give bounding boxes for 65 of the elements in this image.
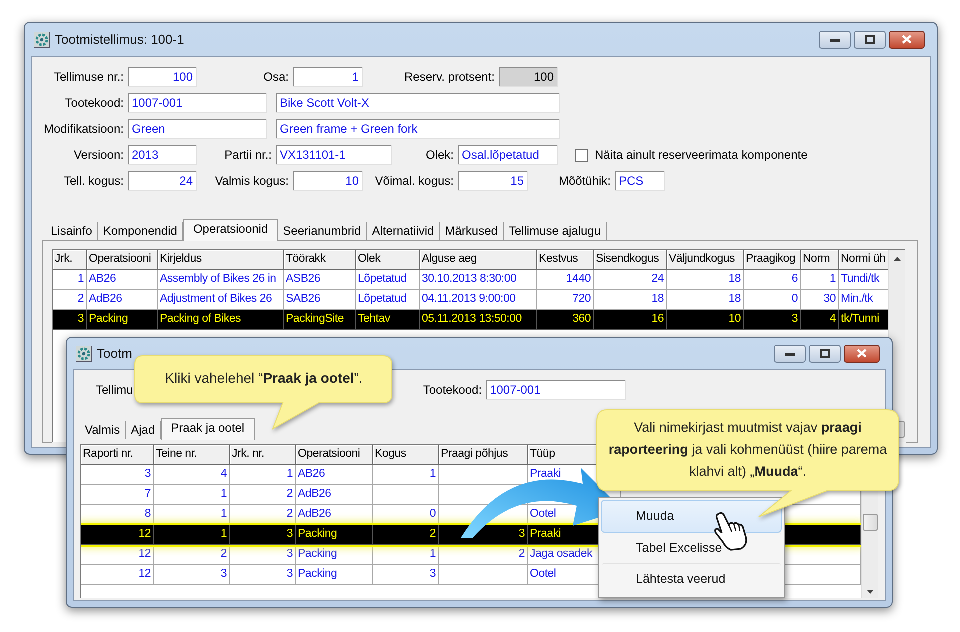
- table-cell: PackingSite: [284, 310, 356, 330]
- table-cell: 1: [154, 485, 230, 505]
- table-cell: ASB26: [284, 270, 356, 290]
- table-cell: Assembly of Bikes 26 in: [158, 270, 284, 290]
- table-cell: 24: [594, 270, 667, 290]
- field-label: Tellimuse nr.:: [52, 70, 124, 84]
- table-cell: AB26: [296, 465, 373, 485]
- table-cell: Packing: [296, 525, 373, 545]
- table-cell: 4: [801, 310, 839, 330]
- table-cell: 30.10.2013 8:30:00: [420, 270, 537, 290]
- table-cell: 10: [667, 310, 744, 330]
- table-cell: 05.11.2013 13:50:00: [420, 310, 537, 330]
- callout-text: Kliki vahelehel “Praak ja ootel”.: [164, 370, 364, 386]
- table-cell: 12: [81, 525, 154, 545]
- checkbox-label: Näita ainult reserveerimata komponente: [595, 148, 808, 162]
- table-cell: 2: [230, 485, 296, 505]
- table-cell: Lõpetatud: [356, 270, 420, 290]
- field-label: Võimal. kogus:: [374, 174, 454, 188]
- table-cell: 4: [154, 465, 230, 485]
- table-cell: 12: [81, 545, 154, 565]
- table-cell: 2: [439, 545, 528, 565]
- table-cell: AB26: [87, 270, 158, 290]
- table-cell: 1: [373, 545, 439, 565]
- table-cell: Packing: [87, 310, 158, 330]
- table-cell: 1: [373, 465, 439, 485]
- table-cell: Tehtav: [356, 310, 420, 330]
- table-cell: 6: [744, 270, 801, 290]
- field-label: Tell. kogus:: [62, 174, 124, 188]
- table-cell: 3: [230, 525, 296, 545]
- table-cell: 3: [230, 565, 296, 585]
- field-label: Mõõtühik:: [558, 174, 611, 188]
- table-cell: 3: [154, 565, 230, 585]
- table-cell: 1: [154, 525, 230, 545]
- field-label: Tellimu: [96, 383, 134, 397]
- table-cell: Packing of Bikes: [158, 310, 284, 330]
- table-cell: Packing: [296, 545, 373, 565]
- window-title: Tootm: [97, 346, 132, 361]
- table-cell: 3: [53, 310, 87, 330]
- table-cell: 12: [81, 565, 154, 585]
- field-label: Modifikatsioon:: [42, 122, 124, 136]
- table-cell: 16: [594, 310, 667, 330]
- table-cell: 360: [537, 310, 594, 330]
- field-label: Versioon:: [72, 148, 124, 162]
- table-cell: 3: [230, 545, 296, 565]
- field-label: Partii nr.:: [224, 148, 272, 162]
- table-cell: 7: [81, 485, 154, 505]
- field-label: Reserv. protsent:: [404, 70, 495, 84]
- table-cell: 2: [154, 545, 230, 565]
- field-label: Tootekood:: [423, 383, 482, 397]
- table-cell: 1: [53, 270, 87, 290]
- table-cell: 3: [744, 310, 801, 330]
- table-cell: 1: [230, 465, 296, 485]
- table-cell: 1440: [537, 270, 594, 290]
- window-title: Tootmistellimus: 100-1: [55, 32, 184, 47]
- field-label: Tootekood:: [64, 96, 124, 110]
- table-cell: 18: [667, 270, 744, 290]
- table-cell: AdB26: [296, 485, 373, 505]
- table-cell: 3: [81, 465, 154, 485]
- table-cell: 1: [801, 270, 839, 290]
- field-label: Valmis kogus:: [214, 174, 289, 188]
- field-label: Olek:: [424, 148, 454, 162]
- table-cell: 2: [373, 525, 439, 545]
- table-cell: 3: [373, 565, 439, 585]
- field-label: Osa:: [262, 70, 289, 84]
- table-cell: Packing: [296, 565, 373, 585]
